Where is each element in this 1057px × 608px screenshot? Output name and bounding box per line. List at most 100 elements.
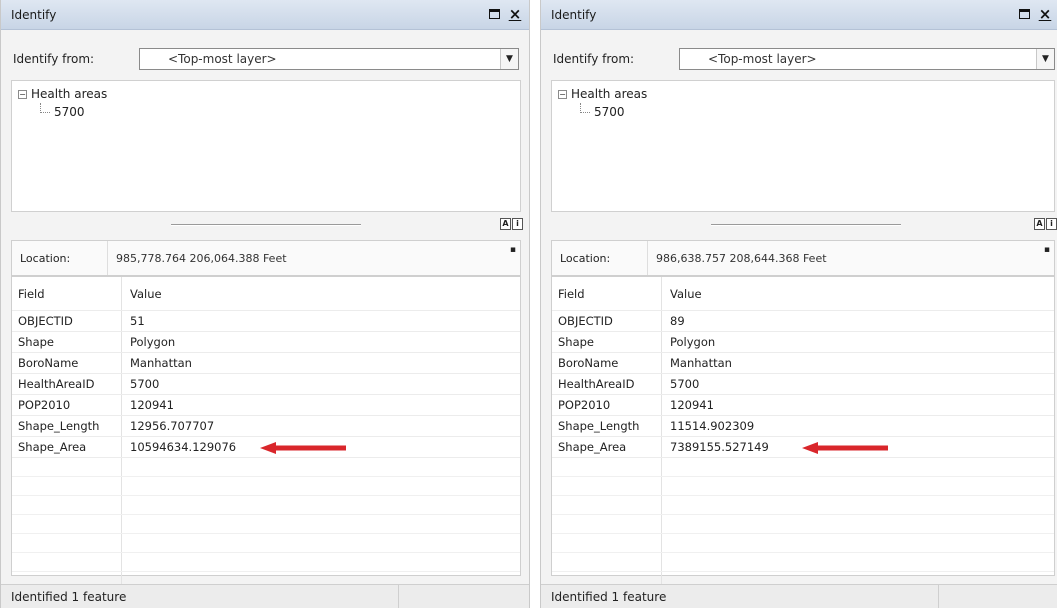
field-cell: POP2010 xyxy=(552,395,662,415)
identify-from-dropdown[interactable]: <Top-most layer> ▼ xyxy=(139,48,519,70)
identify-from-row: Identify from: <Top-most layer> ▼ xyxy=(541,44,1057,74)
table-row[interactable]: POP2010 120941 xyxy=(12,395,520,416)
table-row[interactable]: BoroName Manhattan xyxy=(12,353,520,374)
tree-node-layer[interactable]: − Health areas xyxy=(558,85,1048,103)
tree-feature-label: 5700 xyxy=(594,105,625,119)
empty-row xyxy=(12,458,520,477)
identify-from-value: <Top-most layer> xyxy=(708,52,817,66)
pin-icon[interactable]: ▪ xyxy=(1044,245,1050,255)
field-cell: OBJECTID xyxy=(12,311,122,331)
tree-layer-label: Health areas xyxy=(571,87,648,101)
table-row[interactable]: Shape_Area 10594634.129076 xyxy=(12,437,520,458)
empty-row xyxy=(12,553,520,572)
identify-window-left: Identify × Identify from: <Top-most laye… xyxy=(0,0,530,608)
tree-feature-label: 5700 xyxy=(54,105,85,119)
red-arrow-annotation xyxy=(260,442,346,454)
pane-splitter[interactable] xyxy=(711,224,901,226)
chevron-down-icon[interactable]: ▼ xyxy=(500,49,518,69)
field-cell: POP2010 xyxy=(12,395,122,415)
value-cell: Polygon xyxy=(130,335,176,349)
field-cell: Shape_Area xyxy=(552,437,662,457)
location-row: Location: 986,638.757 208,644.368 Feet ▪ xyxy=(551,240,1055,276)
value-cell: 11514.902309 xyxy=(670,419,755,433)
close-icon[interactable]: × xyxy=(1037,6,1053,22)
status-bar: Identified 1 feature xyxy=(541,584,1057,608)
value-cell: Manhattan xyxy=(670,356,732,370)
tree-connector xyxy=(580,103,590,113)
maximize-icon[interactable] xyxy=(1016,6,1032,22)
tree-collapse-icon[interactable]: − xyxy=(18,89,27,99)
alpha-sort-icon[interactable]: A xyxy=(1034,218,1045,230)
red-arrow-annotation xyxy=(802,442,888,454)
maximize-icon[interactable] xyxy=(486,6,502,22)
table-row[interactable]: Shape_Length 12956.707707 xyxy=(12,416,520,437)
window-title: Identify xyxy=(551,7,597,22)
close-icon[interactable]: × xyxy=(507,6,523,22)
value-cell: 5700 xyxy=(670,377,700,391)
field-column-header[interactable]: Field xyxy=(12,277,122,310)
empty-row xyxy=(12,534,520,553)
table-row[interactable]: HealthAreaID 5700 xyxy=(552,374,1054,395)
identify-from-dropdown[interactable]: <Top-most layer> ▼ xyxy=(679,48,1055,70)
pane-splitter[interactable] xyxy=(171,224,361,226)
table-row[interactable]: Shape Polygon xyxy=(12,332,520,353)
chevron-down-icon[interactable]: ▼ xyxy=(1036,49,1054,69)
tree-layer-label: Health areas xyxy=(31,87,108,101)
info-icon[interactable]: i xyxy=(1046,218,1057,230)
value-cell: Manhattan xyxy=(130,356,192,370)
grid-header: Field Value xyxy=(12,277,520,311)
field-column-header[interactable]: Field xyxy=(552,277,662,310)
tree-node-layer[interactable]: − Health areas xyxy=(18,85,514,103)
view-toggle-buttons: A i xyxy=(1034,218,1057,230)
attribute-grid: Field Value OBJECTID 89 Shape Polygon Bo… xyxy=(551,276,1055,591)
pin-icon[interactable]: ▪ xyxy=(510,245,516,255)
table-row[interactable]: Shape Polygon xyxy=(552,332,1054,353)
field-cell: HealthAreaID xyxy=(552,374,662,394)
tree-collapse-icon[interactable]: − xyxy=(558,89,567,99)
empty-row xyxy=(12,477,520,496)
tree-connector xyxy=(40,103,50,113)
field-cell: Shape_Length xyxy=(552,416,662,436)
table-row[interactable]: BoroName Manhattan xyxy=(552,353,1054,374)
table-row[interactable]: POP2010 120941 xyxy=(552,395,1054,416)
value-column-header[interactable]: Value xyxy=(122,277,520,310)
view-toggle-buttons: A i xyxy=(500,218,523,230)
identify-from-label: Identify from: xyxy=(553,52,635,66)
results-tree: − Health areas 5700 xyxy=(551,80,1055,212)
title-bar[interactable]: Identify × xyxy=(541,0,1057,30)
results-tree: − Health areas 5700 xyxy=(11,80,521,212)
table-row[interactable]: Shape_Length 11514.902309 xyxy=(552,416,1054,437)
table-row[interactable]: OBJECTID 51 xyxy=(12,311,520,332)
value-cell: 120941 xyxy=(130,398,174,412)
value-cell: 120941 xyxy=(670,398,714,412)
field-cell: Shape xyxy=(12,332,122,352)
value-cell: 51 xyxy=(130,314,145,328)
tree-node-feature[interactable]: 5700 xyxy=(18,103,514,121)
empty-row xyxy=(12,515,520,534)
location-value: 986,638.757 208,644.368 Feet xyxy=(656,251,827,265)
field-cell: OBJECTID xyxy=(552,311,662,331)
empty-row xyxy=(552,515,1054,534)
empty-row xyxy=(12,496,520,515)
empty-row xyxy=(552,534,1054,553)
value-cell: 5700 xyxy=(130,377,160,391)
field-cell: BoroName xyxy=(12,353,122,373)
field-cell: BoroName xyxy=(552,353,662,373)
identify-from-value: <Top-most layer> xyxy=(168,52,277,66)
alpha-sort-icon[interactable]: A xyxy=(500,218,511,230)
attribute-grid: Field Value OBJECTID 51 Shape Polygon Bo… xyxy=(11,276,521,591)
value-text: 10594634.129076 xyxy=(130,440,237,454)
status-bar: Identified 1 feature xyxy=(1,584,529,608)
table-row[interactable]: OBJECTID 89 xyxy=(552,311,1054,332)
empty-row xyxy=(552,553,1054,572)
table-row[interactable]: HealthAreaID 5700 xyxy=(12,374,520,395)
value-cell: 12956.707707 xyxy=(130,419,215,433)
window-title: Identify xyxy=(11,7,57,22)
value-column-header[interactable]: Value xyxy=(662,277,1054,310)
tree-node-feature[interactable]: 5700 xyxy=(558,103,1048,121)
empty-row xyxy=(552,477,1054,496)
title-bar[interactable]: Identify × xyxy=(1,0,529,30)
info-icon[interactable]: i xyxy=(512,218,523,230)
identify-from-row: Identify from: <Top-most layer> ▼ xyxy=(1,44,529,74)
table-row[interactable]: Shape_Area 7389155.527149 xyxy=(552,437,1054,458)
